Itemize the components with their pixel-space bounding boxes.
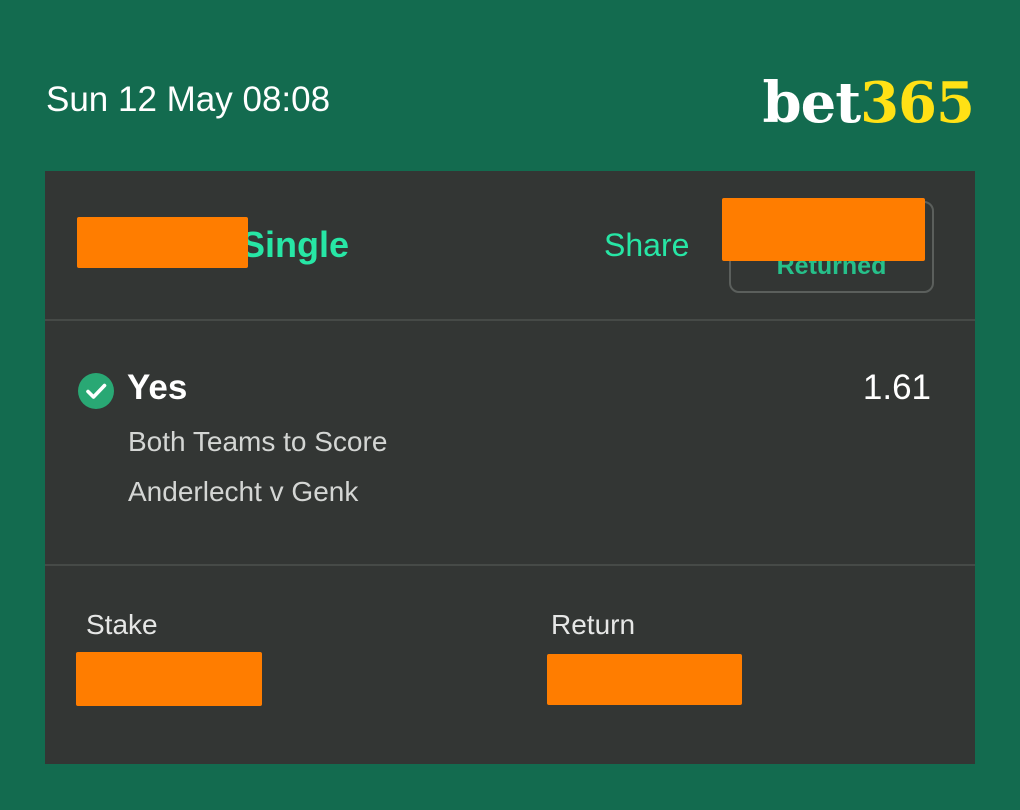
redaction-stake-amount-title <box>77 217 248 268</box>
check-circle-icon <box>78 373 114 409</box>
date-time: Sun 12 May 08:08 <box>46 80 331 119</box>
share-link[interactable]: Share <box>604 225 689 265</box>
divider <box>45 564 975 566</box>
selection-name: Yes <box>127 368 188 407</box>
market-name: Both Teams to Score <box>128 426 388 457</box>
redaction-return-value <box>547 654 742 705</box>
logo-bet-text: bet <box>762 70 861 136</box>
event-name[interactable]: Anderlecht v Genk <box>128 474 358 510</box>
checkmark-glyph <box>86 383 107 399</box>
bet-card: Single Share Returned Yes 1.61 Both Team… <box>45 171 975 764</box>
redaction-status <box>722 198 925 261</box>
return-label: Return <box>551 609 636 640</box>
bet-card-header: Single Share Returned <box>45 171 975 319</box>
selection-odds: 1.61 <box>862 368 931 407</box>
bet365-logo: bet365 <box>762 70 975 136</box>
bet-type-title: Single <box>241 224 350 265</box>
logo-365-text: 365 <box>860 70 975 136</box>
divider <box>45 319 975 321</box>
stake-label: Stake <box>86 609 158 640</box>
redaction-stake-value <box>76 652 262 706</box>
bet-receipt-screen: Sun 12 May 08:08 bet365 Single Share Ret… <box>0 0 1020 810</box>
